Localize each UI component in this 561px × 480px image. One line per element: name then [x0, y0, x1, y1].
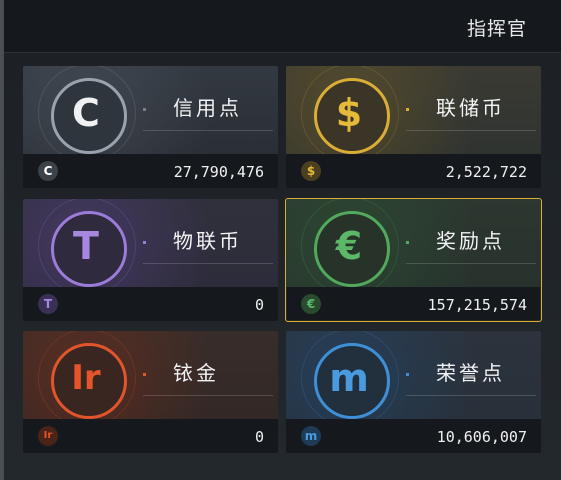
credit-c-icon: C	[38, 161, 58, 181]
dot-decoration	[406, 241, 409, 244]
currency-amount: 157,215,574	[427, 296, 527, 314]
panel-header: 指挥官	[4, 0, 561, 53]
honor-m-icon: m	[301, 426, 321, 446]
currency-amount: 0	[254, 296, 264, 314]
currency-card-credits[interactable]: C 信用点 C 27,790,476	[23, 66, 278, 188]
iridium-ir-icon: Ir	[38, 426, 58, 446]
dot-decoration	[143, 108, 146, 111]
currency-card-iot-coin[interactable]: T 物联币 T 0	[23, 199, 278, 321]
line-decoration	[143, 395, 273, 396]
dot-decoration	[143, 241, 146, 244]
currency-name: 信用点	[173, 96, 242, 120]
currency-amount: 2,522,722	[445, 163, 527, 181]
line-decoration	[406, 263, 536, 264]
currency-card-reward-points[interactable]: € 奖励点 € 157,215,574	[285, 198, 542, 322]
currency-name: 联储币	[436, 96, 505, 120]
dollar-icon: $	[335, 91, 363, 135]
iot-coin-icon: T	[38, 294, 58, 314]
header-title: 指挥官	[466, 18, 527, 40]
currency-name: 荣誉点	[436, 361, 505, 385]
dot-decoration	[143, 373, 146, 376]
iridium-ir-icon: Ir	[71, 358, 101, 398]
line-decoration	[143, 130, 273, 131]
card-footer: € 157,215,574	[286, 287, 541, 321]
line-decoration	[143, 263, 273, 264]
honor-m-icon: m	[329, 356, 369, 400]
dot-decoration	[406, 108, 409, 111]
currency-amount: 10,606,007	[436, 428, 527, 446]
reward-e-icon: €	[301, 294, 321, 314]
currency-card-iridium[interactable]: Ir 铱金 Ir 0	[23, 331, 278, 453]
card-footer: $ 2,522,722	[286, 154, 541, 188]
currency-amount: 27,790,476	[173, 163, 264, 181]
dollar-icon: $	[301, 161, 321, 181]
card-footer: m 10,606,007	[286, 419, 541, 453]
reward-e-icon: €	[335, 224, 363, 268]
currency-card-honor-points[interactable]: m 荣誉点 m 10,606,007	[286, 331, 541, 453]
credit-c-icon: C	[72, 91, 100, 135]
currency-name: 物联币	[173, 229, 242, 253]
card-footer: C 27,790,476	[23, 154, 278, 188]
card-footer: Ir 0	[23, 419, 278, 453]
dot-decoration	[406, 373, 409, 376]
currency-panel: 指挥官 C 信用点 C 27,790,476 $ 联储币 $ 2,522,722	[4, 0, 561, 480]
iot-coin-icon: T	[73, 224, 99, 268]
currency-name: 铱金	[173, 361, 219, 385]
card-footer: T 0	[23, 287, 278, 321]
currency-name: 奖励点	[436, 229, 505, 253]
currency-card-federal-coin[interactable]: $ 联储币 $ 2,522,722	[286, 66, 541, 188]
line-decoration	[406, 395, 536, 396]
currency-amount: 0	[254, 428, 264, 446]
line-decoration	[406, 130, 536, 131]
